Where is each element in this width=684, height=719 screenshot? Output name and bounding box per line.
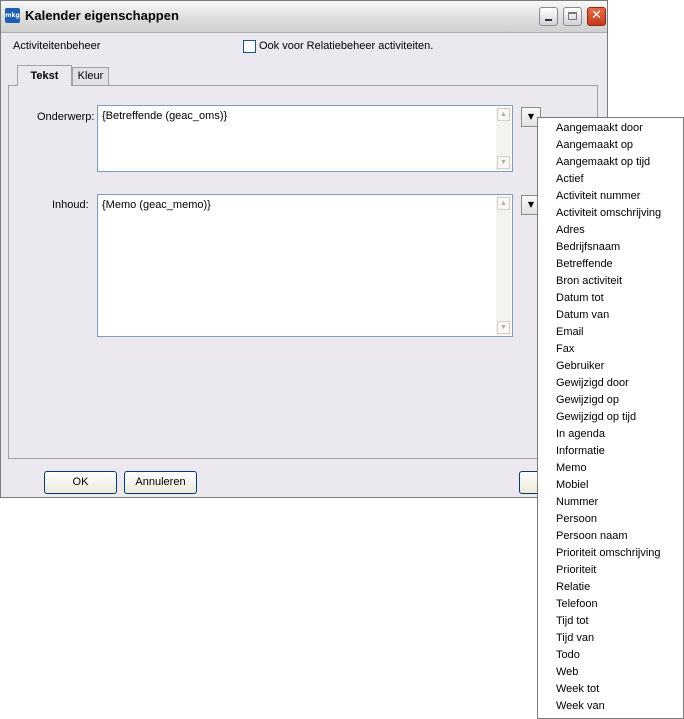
window-title: Kalender eigenschappen	[25, 8, 179, 23]
menu-item[interactable]: Relatie	[556, 579, 590, 596]
menu-item[interactable]: Week tot	[556, 681, 599, 698]
dialog-window: mkg Kalender eigenschappen ✕ Activiteite…	[0, 0, 608, 498]
cancel-button[interactable]: Annuleren	[124, 471, 197, 494]
menu-item[interactable]: Gewijzigd op	[556, 392, 619, 409]
title-bar[interactable]: mkg Kalender eigenschappen ✕	[1, 1, 607, 33]
inhoud-textarea[interactable]: {Memo (geac_memo)} ▲ ▼	[97, 194, 513, 337]
menu-item[interactable]: Gewijzigd op tijd	[556, 409, 636, 426]
menu-item[interactable]: Bedrijfsnaam	[556, 239, 620, 256]
menu-item[interactable]: Datum van	[556, 307, 609, 324]
menu-item[interactable]: Telefoon	[556, 596, 598, 613]
menu-item[interactable]: Gewijzigd door	[556, 375, 629, 392]
tab-kleur[interactable]: Kleur	[72, 67, 109, 85]
onderwerp-value: {Betreffende (geac_oms)}	[102, 110, 228, 122]
menu-item[interactable]: Tijd van	[556, 630, 594, 647]
menu-item[interactable]: Activiteit nummer	[556, 188, 640, 205]
menu-item[interactable]: Memo	[556, 460, 587, 477]
menu-item[interactable]: Week van	[556, 698, 605, 715]
chevron-down-icon: ▼	[527, 200, 535, 209]
section-label: Activiteitenbeheer	[13, 40, 101, 52]
menu-item[interactable]: Tijd tot	[556, 613, 589, 630]
app-logo-icon: mkg	[5, 8, 20, 23]
menu-item[interactable]: Prioriteit	[556, 562, 596, 579]
menu-item[interactable]: Prioriteit omschrijving	[556, 545, 661, 562]
chevron-down-icon: ▼	[527, 112, 535, 121]
onderwerp-scrollbar[interactable]: ▲ ▼	[496, 107, 511, 170]
maximize-button[interactable]	[563, 7, 582, 26]
maximize-icon	[568, 12, 577, 20]
menu-item[interactable]: Aangemaakt door	[556, 120, 643, 137]
minimize-icon	[545, 19, 552, 21]
scroll-up-icon[interactable]: ▲	[497, 197, 510, 210]
menu-item[interactable]: Web	[556, 664, 578, 681]
menu-item[interactable]: Nummer	[556, 494, 598, 511]
onderwerp-label: Onderwerp:	[37, 111, 95, 123]
scroll-down-icon[interactable]: ▼	[497, 321, 510, 334]
menu-item[interactable]: Bron activiteit	[556, 273, 622, 290]
menu-item[interactable]: Activiteit omschrijving	[556, 205, 661, 222]
menu-item[interactable]: Email	[556, 324, 584, 341]
menu-item[interactable]: Actief	[556, 171, 584, 188]
menu-item[interactable]: In agenda	[556, 426, 605, 443]
field-picker-menu: Aangemaakt door Aangemaakt op Aangemaakt o…	[537, 117, 684, 719]
inhoud-label: Inhoud:	[52, 199, 89, 211]
menu-item[interactable]: Informatie	[556, 443, 605, 460]
menu-item[interactable]: Datum tot	[556, 290, 604, 307]
menu-item[interactable]: Fax	[556, 341, 574, 358]
inhoud-scrollbar[interactable]: ▲ ▼	[496, 196, 511, 335]
menu-item[interactable]: Gebruiker	[556, 358, 604, 375]
relatiebeheer-checkbox[interactable]	[243, 40, 256, 53]
close-button[interactable]: ✕	[587, 7, 606, 26]
minimize-button[interactable]	[539, 7, 558, 26]
menu-item[interactable]: Persoon naam	[556, 528, 628, 545]
close-icon: ✕	[591, 8, 602, 23]
inhoud-value: {Memo (geac_memo)}	[102, 199, 211, 211]
menu-item[interactable]: Adres	[556, 222, 585, 239]
menu-item[interactable]: Mobiel	[556, 477, 588, 494]
menu-item[interactable]: Todo	[556, 647, 580, 664]
scroll-down-icon[interactable]: ▼	[497, 156, 510, 169]
ok-button[interactable]: OK	[44, 471, 117, 494]
menu-item[interactable]: Aangemaakt op tijd	[556, 154, 650, 171]
tab-tekst[interactable]: Tekst	[17, 65, 72, 86]
scroll-up-icon[interactable]: ▲	[497, 108, 510, 121]
menu-item[interactable]: Persoon	[556, 511, 597, 528]
relatiebeheer-checkbox-label[interactable]: Ook voor Relatiebeheer activiteiten.	[259, 40, 433, 52]
menu-item[interactable]: Aangemaakt op	[556, 137, 633, 154]
menu-item[interactable]: Betreffende	[556, 256, 613, 273]
onderwerp-textarea[interactable]: {Betreffende (geac_oms)} ▲ ▼	[97, 105, 513, 172]
